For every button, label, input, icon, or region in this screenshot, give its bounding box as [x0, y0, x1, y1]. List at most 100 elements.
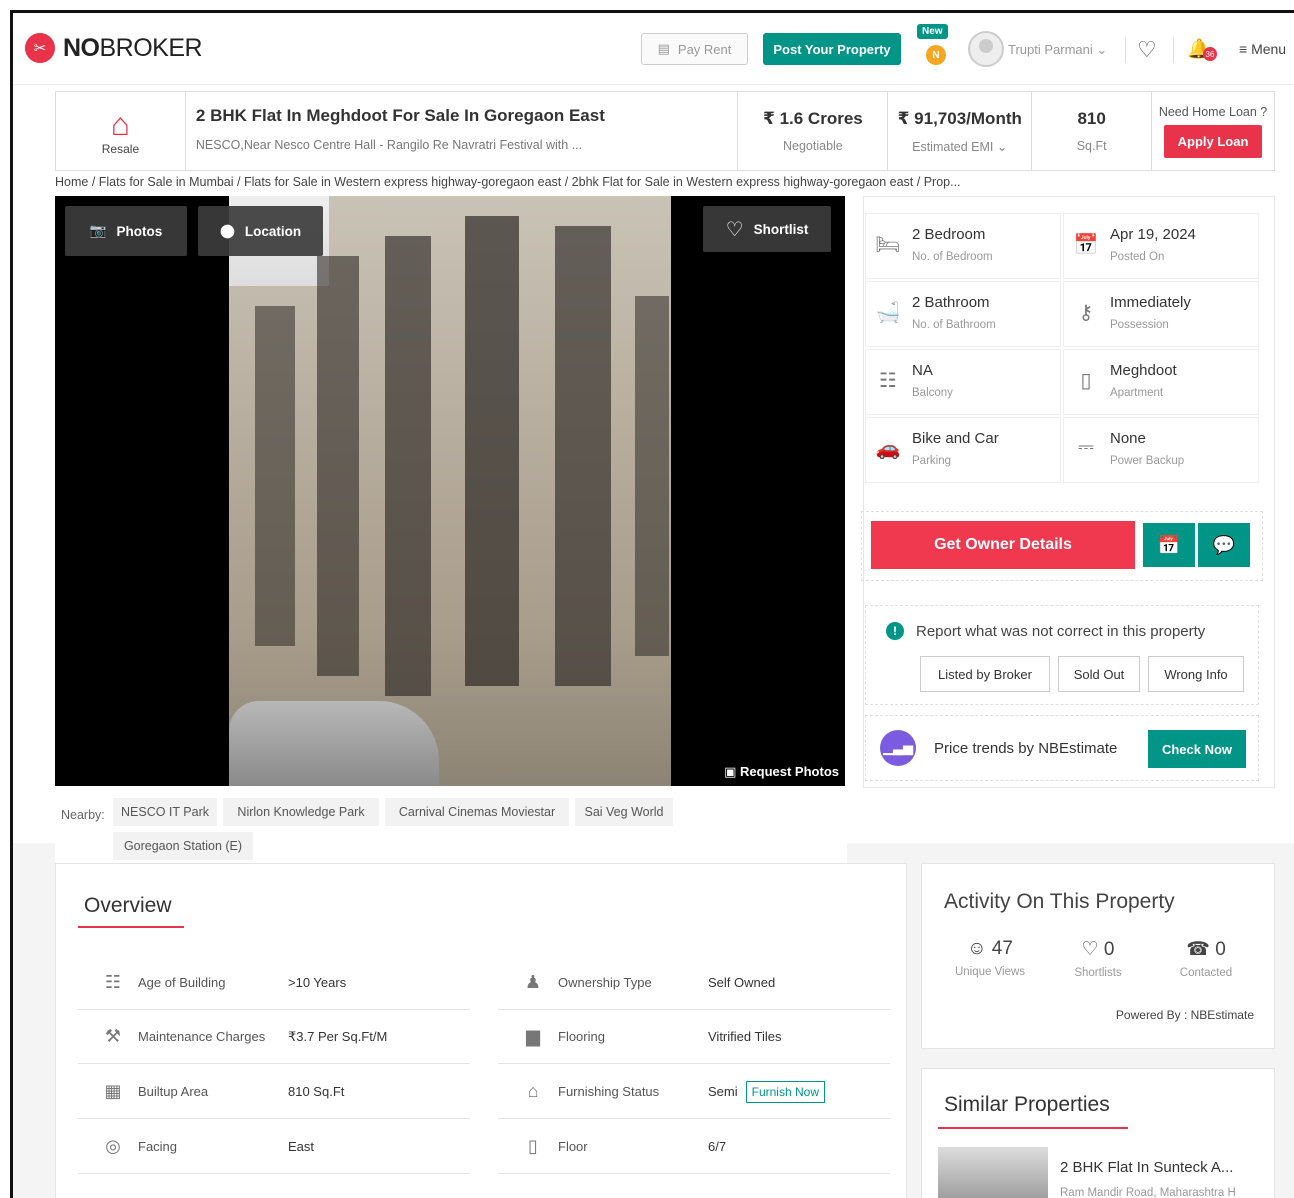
chat-button[interactable]: 💬 [1198, 523, 1250, 567]
overview-key: Age of Building [138, 975, 226, 990]
chart-icon: ▁▃▅ [880, 730, 916, 766]
photos-button[interactable]: 📷 Photos [65, 206, 187, 256]
contacted-count: 0 [1215, 939, 1226, 960]
breadcrumb[interactable]: Home / Flats for Sale in Mumbai / Flats … [55, 175, 961, 189]
listing-title-block: 2 BHK Flat In Meghdoot For Sale In Goreg… [186, 92, 739, 170]
similar-thumbnail[interactable] [938, 1147, 1048, 1198]
overview-row: ⌂ Furnishing Status Semi Furnish Now [498, 1065, 890, 1119]
shortlist-button[interactable]: ♡ Shortlist [703, 206, 831, 252]
furnish-now-button[interactable]: Furnish Now [745, 1080, 825, 1103]
compass-icon: ◎ [105, 1136, 121, 1156]
car-icon: 🚗 [875, 438, 901, 460]
unique-views-stat: ☺ 47 Unique Views [940, 938, 1040, 978]
request-photos-label: Request Photos [740, 764, 839, 779]
sold-out-button[interactable]: Sold Out [1058, 656, 1140, 692]
building-icon: ▯ [1080, 370, 1092, 392]
phone-icon: ☎ [1186, 939, 1210, 960]
powered-by-label: Powered By : [1115, 1008, 1188, 1022]
hammer-icon: ⚒ [104, 1026, 122, 1046]
schedule-visit-button[interactable]: 📅 [1143, 523, 1195, 567]
post-property-button[interactable]: Post Your Property [763, 33, 901, 65]
property-photo[interactable]: 📷 Photos ⬤ Location ♡ Shortlist ▣ Reques… [55, 196, 845, 786]
check-now-button[interactable]: Check Now [1148, 730, 1246, 768]
nb-coin-icon[interactable]: N [926, 45, 946, 65]
overview-value: Vitrified Tiles [708, 1029, 782, 1044]
overview-value: 6/7 [708, 1139, 727, 1154]
detail-label: Posted On [1110, 251, 1165, 263]
emi-value: ₹ 91,703/Month [897, 108, 1022, 128]
contacted-stat: ☎ 0 Contacted [1156, 938, 1256, 979]
logo-mark-icon: ✂ [25, 33, 55, 63]
price-trends-box: ▁▃▅ Price trends by NBEstimate Check Now [865, 715, 1259, 781]
detail-balcony: ☷ NA Balcony [865, 349, 1061, 415]
unique-views-label: Unique Views [954, 966, 1026, 978]
overview-section: Overview ☷ Age of Building >10 Years ⚒ M… [55, 863, 907, 1198]
chevron-down-icon: ⌄ [1096, 42, 1108, 57]
emi-cell[interactable]: ₹ 91,703/Month Estimated EMI ⌄ [888, 92, 1033, 170]
detail-value: 2 Bedroom [912, 226, 986, 243]
chevron-down-icon: ⌄ [996, 139, 1008, 154]
avatar[interactable] [968, 31, 1004, 67]
image-icon: ▣ [724, 764, 737, 779]
detail-label: Apartment [1110, 387, 1164, 399]
resale-label: Resale [101, 142, 140, 156]
detail-possession: ⚷ Immediately Possession [1063, 281, 1259, 347]
wrong-info-button[interactable]: Wrong Info [1148, 656, 1244, 692]
top-header: ✂ NOBROKER ▤ Pay Rent Post Your Property… [13, 13, 1294, 85]
detail-label: Possession [1110, 319, 1169, 331]
camera-icon: 📷 [89, 223, 107, 238]
shortlists-count: 0 [1103, 939, 1115, 960]
report-box: ! Report what was not correct in this pr… [865, 605, 1259, 705]
price-value: ₹ 1.6 Crores [763, 109, 863, 128]
heart-icon[interactable]: ♡ [1137, 37, 1157, 63]
shortlists-stat: ♡ 0 Shortlists [1048, 938, 1148, 979]
logo[interactable]: ✂ NOBROKER [25, 33, 203, 63]
pay-rent-button[interactable]: ▤ Pay Rent [641, 33, 748, 65]
powered-by-name: NBEstimate [1190, 1008, 1254, 1022]
overview-value: ₹3.7 Per Sq.Ft/M [288, 1028, 388, 1044]
detail-parking: 🚗 Bike and Car Parking [865, 417, 1061, 483]
detail-power-backup: ⎓ None Power Backup [1063, 417, 1259, 483]
nearby-chip[interactable]: Sai Veg World [575, 798, 673, 826]
overview-row: ☷ Age of Building >10 Years [78, 956, 470, 1010]
nearby-chip[interactable]: Nirlon Knowledge Park [223, 798, 379, 826]
location-label: Location [244, 223, 302, 239]
overview-row: ◎ Facing East [78, 1120, 470, 1174]
similar-item-title[interactable]: 2 BHK Flat In Sunteck A... [1060, 1159, 1260, 1176]
price-sub: Negotiable [782, 139, 843, 153]
detail-value: Meghdoot [1110, 362, 1177, 379]
request-photos-link[interactable]: ▣ Request Photos [724, 764, 839, 780]
bath-icon: 🛁 [875, 302, 901, 324]
building-icon: ▦ [104, 1081, 122, 1101]
nearby-chip[interactable]: Carnival Cinemas Moviestar [385, 798, 569, 826]
get-owner-details-button[interactable]: Get Owner Details [871, 521, 1135, 569]
overview-row: ♟ Ownership Type Self Owned [498, 956, 890, 1010]
card-icon: ▤ [657, 41, 670, 56]
listing-title-bar: ⌂ Resale 2 BHK Flat In Meghdoot For Sale… [55, 91, 1275, 171]
photos-label: Photos [116, 223, 163, 239]
nearby-chip[interactable]: NESCO IT Park [113, 798, 217, 826]
key-icon: ⚷ [1078, 302, 1094, 324]
detail-label: No. of Bedroom [912, 251, 993, 263]
listed-by-broker-button[interactable]: Listed by Broker [920, 656, 1050, 692]
similar-item-address: Ram Mandir Road, Maharashtra H [1060, 1187, 1236, 1198]
detail-apartment: ▯ Meghdoot Apartment [1063, 349, 1259, 415]
overview-value: East [288, 1139, 315, 1154]
apply-loan-button[interactable]: Apply Loan [1163, 124, 1263, 158]
balcony-icon: ☷ [879, 370, 897, 392]
bed-icon: 🛏 [875, 234, 901, 256]
tiles-icon: ▆ [526, 1026, 540, 1046]
nearby-chip[interactable]: Goregaon Station (E) [113, 832, 253, 860]
area-cell: 810 Sq.Ft [1032, 92, 1153, 170]
new-badge: New [917, 24, 948, 39]
menu-button[interactable]: ≡ Menu [1239, 41, 1286, 57]
detail-label: Parking [912, 455, 951, 467]
nearby-label: Nearby: [61, 808, 105, 822]
divider [1173, 37, 1174, 63]
location-button[interactable]: ⬤ Location [198, 206, 323, 256]
overview-row: ▆ Flooring Vitrified Tiles [498, 1010, 890, 1064]
detail-value: 2 Bathroom [912, 294, 990, 311]
info-icon: ! [886, 622, 904, 640]
detail-value: None [1110, 430, 1146, 447]
compass-icon: ⬤ [219, 223, 235, 238]
